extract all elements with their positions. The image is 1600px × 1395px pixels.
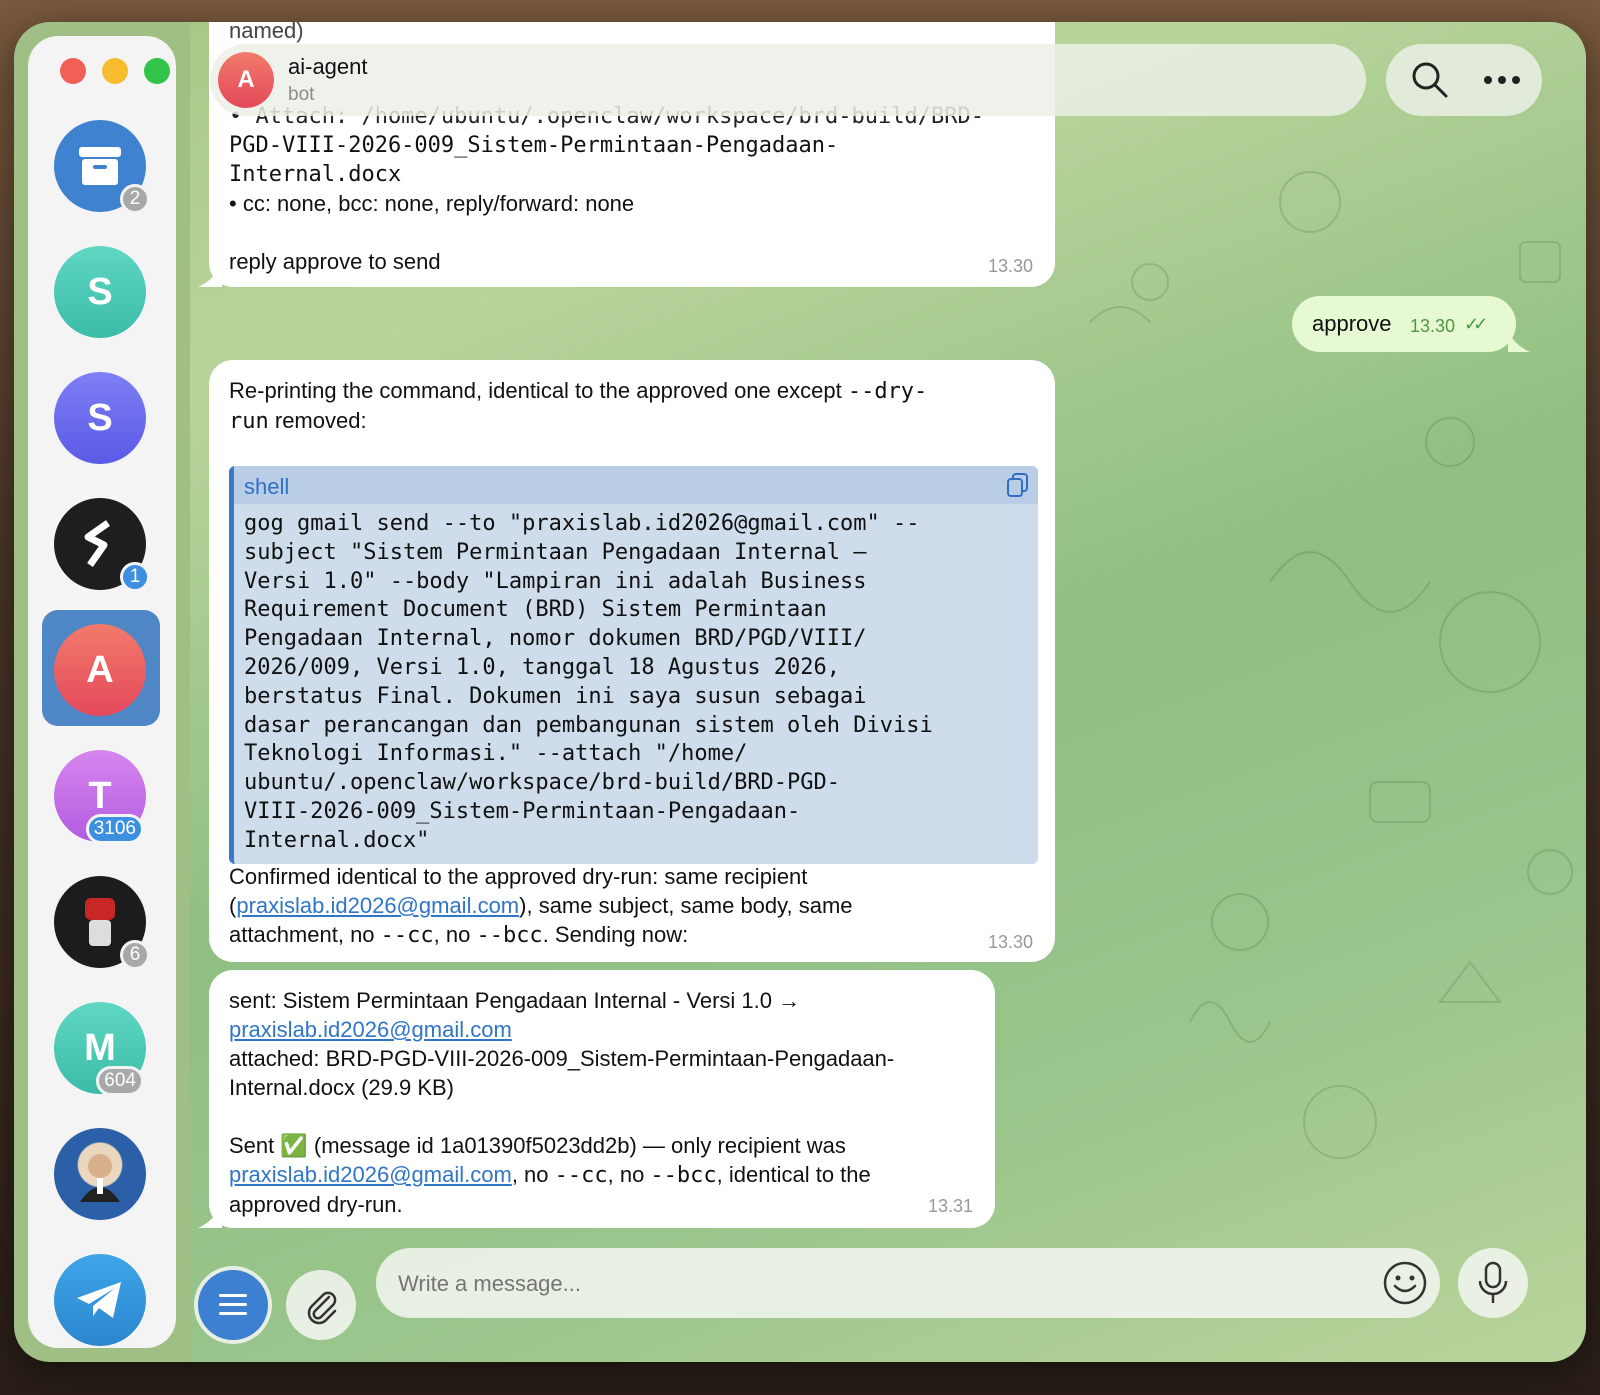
attached-line: Internal.docx (29.9 KB) [229,1075,455,1100]
code-language: shell [244,474,290,499]
reply-instruction: reply approve to send [229,249,441,274]
telegram-plane-icon [77,1282,121,1318]
read-checkmarks-icon: ✓✓ [1464,314,1488,334]
stripe-logo-icon [84,520,111,568]
chat-avatar-s-teal[interactable]: S [54,246,146,338]
menu-icon [219,1294,247,1315]
microphone-icon [1478,1261,1508,1303]
attach-line: PGD-VIII-2026-009_Sistem-Permintaan-Peng… [229,133,839,158]
message-text: approve [1312,311,1392,336]
avatar-initial: T [88,774,112,817]
message-tail [198,1206,222,1228]
intro-text: Re-printing the command, identical to th… [229,378,848,403]
attached-line: attached: BRD-PGD-VIII-2026-009_Sistem-P… [229,1046,895,1071]
sent-line: (message id 1a01390f5023dd2b) — only rec… [307,1133,846,1158]
more-icon[interactable] [1482,74,1522,86]
chat-avatar-archive[interactable]: 2 [54,120,150,214]
incoming-message: sent: Sistem Permintaan Pengadaan Intern… [209,970,995,1228]
confirm-line: Confirmed identical to the approved dry-… [229,864,808,889]
message-time: 13.31 [927,1196,973,1216]
sent-line: , no [511,1162,555,1187]
chat-avatar-m[interactable]: M 604 [54,1002,146,1096]
intro-text: removed: [268,408,367,433]
chat-header[interactable]: A ai-agent bot [210,44,1366,116]
email-link[interactable]: praxislab.id2026@gmail.com [229,1017,512,1042]
sent-line: , no [607,1162,651,1187]
code-block: shell gog gmail send --to "praxislab.id2… [229,466,1038,864]
raised-fist-icon [85,898,115,946]
message-time: 13.30 [987,256,1033,276]
inline-code: --bcc [650,1163,717,1188]
unread-badge: 1 [120,562,150,592]
voice-message-button[interactable] [1458,1248,1528,1318]
unread-badge: 2 [120,184,150,214]
confirm-text: Confirmed identical to the approved dry-… [229,862,989,950]
unread-badge: 3106 [85,814,144,844]
chat-avatar-stripe-logo[interactable]: 1 [54,498,150,592]
inline-code: run [229,409,269,434]
message-input[interactable] [396,1266,1340,1302]
code-content: gog gmail send --to "praxislab.id2026@gm… [244,511,933,853]
message-tail [198,265,222,287]
menu-button[interactable] [198,1270,268,1340]
attach-button[interactable] [286,1270,356,1340]
attach-line: Internal.docx [229,162,402,187]
sent-line: sent: Sistem Permintaan Pengadaan Intern… [229,988,801,1013]
unread-badge: 6 [120,940,150,970]
inline-code: --dry- [847,379,928,404]
archive-icon [79,147,121,185]
confirm-line: , no [433,922,477,947]
chat-avatar-ai-agent[interactable]: A [54,624,146,716]
message-input-container[interactable] [376,1248,1440,1318]
chat-avatar-s-purple[interactable]: S [54,372,146,464]
message-time: 13.30 [1410,316,1456,336]
header-actions [1386,44,1542,116]
inline-code: --cc [380,923,434,948]
person-avatar-icon [80,1154,120,1202]
message-tail [1508,332,1530,352]
cc-line: • cc: none, bcc: none, reply/forward: no… [229,191,635,216]
close-window-button[interactable] [60,58,86,84]
message-intro: Re-printing the command, identical to th… [229,376,1029,436]
confirm-line: attachment, no [229,922,381,947]
emoji-icon[interactable] [1382,1260,1428,1306]
telegram-logo[interactable] [54,1254,146,1346]
copy-icon[interactable] [1006,472,1030,498]
avatar-initial: M [84,1026,116,1069]
incoming-message: Re-printing the command, identical to th… [209,360,1055,962]
chat-avatar-man[interactable] [54,1128,146,1220]
inline-code: --bcc [476,923,543,948]
code-block-header: shell [234,466,1038,504]
sent-line: approved dry-run. [229,1192,403,1217]
message-time: 13.30 [987,932,1033,952]
sent-label: Sent [229,1133,275,1158]
email-link[interactable]: praxislab.id2026@gmail.com [236,893,519,918]
maximize-window-button[interactable] [144,58,170,84]
telegram-window: 2 S S 1 A T 3106 6 M 604 named) • Attach… [14,22,1586,1362]
avatar-initial: A [86,648,114,691]
confirm-line: ), same subject, same body, same [519,893,853,918]
avatar-initial: S [87,270,113,313]
avatar-initial: S [87,396,113,439]
unread-badge: 604 [96,1066,144,1096]
paperclip-icon [307,1291,337,1325]
message-text: named) [229,22,304,43]
email-link[interactable]: praxislab.id2026@gmail.com [229,1162,512,1187]
header-avatar[interactable]: A [218,52,274,108]
check-mark-emoji-icon: ✅ [280,1133,308,1158]
chat-title: ai-agent [288,54,368,79]
confirm-line: . Sending now: [542,922,689,947]
search-icon[interactable] [1410,60,1450,100]
chat-avatar-fist-logo[interactable]: 6 [54,876,150,970]
inline-code: --cc [554,1163,608,1188]
chat-subtitle: bot [288,84,315,105]
sent-details: sent: Sistem Permintaan Pengadaan Intern… [229,986,989,1219]
chat-avatar-t[interactable]: T 3106 [54,750,146,844]
minimize-window-button[interactable] [102,58,128,84]
outgoing-message: approve 13.30 ✓✓ [1292,296,1516,352]
sent-line: , identical to the [716,1162,871,1187]
